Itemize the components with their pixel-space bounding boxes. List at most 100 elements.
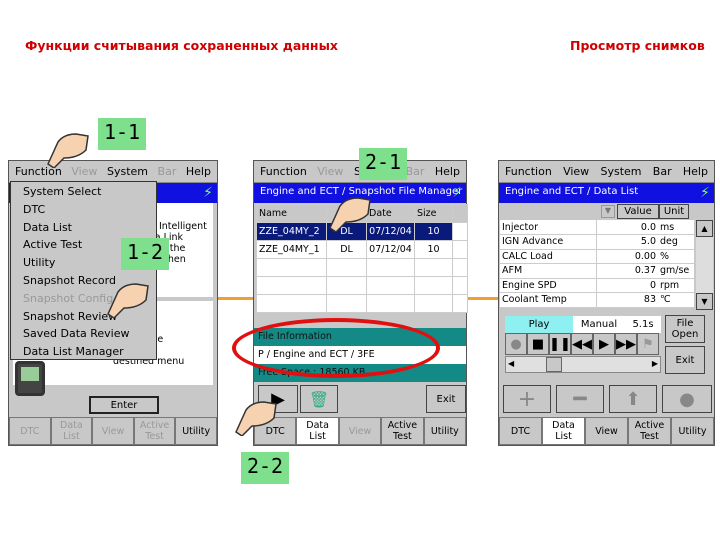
tab-utility[interactable]: Utility — [423, 417, 467, 445]
pointing-hand-icon — [107, 283, 149, 318]
tab-dtc[interactable]: DTC — [9, 417, 51, 445]
tab-label: Utility — [430, 425, 459, 437]
table-row[interactable]: Coolant Temp 83 ℃ — [500, 292, 694, 308]
record-icon[interactable]: ● — [505, 333, 527, 355]
tab-label: Data List — [306, 420, 329, 442]
connection-bolt-icon: ⚡ — [452, 185, 462, 201]
param-value: 0.0 — [595, 220, 658, 235]
file-open-button[interactable]: File Open — [665, 315, 705, 343]
tab-label: Utility — [678, 425, 707, 437]
exit-button[interactable]: Exit — [665, 346, 705, 374]
function-dropdown-menu: System Select DTC Data List Active Test … — [10, 181, 157, 360]
add-button[interactable]: + — [503, 385, 551, 413]
tab-label: DTC — [510, 425, 531, 437]
stop-icon[interactable]: ■ — [527, 333, 549, 355]
menu-view[interactable]: View — [563, 165, 589, 178]
scroll-down-icon[interactable]: ▼ — [696, 293, 713, 310]
menu-bar[interactable]: Bar — [406, 165, 425, 178]
param-unit: % — [658, 249, 694, 264]
table-row[interactable]: ZZE_04MY_1 DL 07/12/04 10 — [256, 240, 468, 259]
menubar: Function View System Bar Help — [499, 161, 714, 183]
manual-mode: Manual — [573, 316, 625, 333]
tab-data-list[interactable]: Data List — [542, 417, 585, 445]
up-button[interactable]: ⬆ — [609, 385, 657, 413]
menu-help[interactable]: Help — [435, 165, 460, 178]
table-row[interactable]: Engine SPD 0 rpm — [500, 278, 694, 293]
menu-item-dtc[interactable]: DTC — [23, 201, 156, 219]
enter-button[interactable]: Enter — [89, 396, 159, 414]
sort-dropdown-icon[interactable]: ▼ — [601, 205, 615, 218]
flag-icon[interactable]: ⚑ — [637, 333, 659, 355]
tab-data-list[interactable]: Data List — [50, 417, 93, 445]
cell-size: 10 — [414, 240, 453, 259]
tab-label: View — [101, 425, 125, 437]
rewind-icon[interactable]: ◀◀ — [571, 333, 593, 355]
param-value: 83 — [595, 292, 658, 308]
tab-active-test[interactable]: Active Test — [628, 417, 671, 445]
column-header-value[interactable]: Value — [617, 204, 659, 219]
menu-help[interactable]: Help — [186, 165, 211, 178]
menu-bar[interactable]: Bar — [653, 165, 672, 178]
table-row[interactable]: AFM 0.37 gm/se — [500, 263, 694, 279]
tab-data-list[interactable]: Data List — [296, 417, 339, 445]
slider-thumb[interactable] — [546, 357, 562, 372]
pointing-hand-icon — [235, 401, 277, 436]
table-row[interactable]: CALC Load 0.00% — [500, 249, 694, 264]
param-value: 0 — [595, 278, 658, 293]
tab-utility[interactable]: Utility — [175, 417, 217, 445]
menu-view[interactable]: View — [317, 165, 343, 178]
screen-data-list: Function View System Bar Help Engine and… — [498, 160, 715, 446]
table-row[interactable]: Injector 0.0 ms — [500, 220, 694, 235]
exit-button[interactable]: Exit — [426, 385, 466, 413]
connector-line — [467, 297, 498, 300]
menu-help[interactable]: Help — [683, 165, 708, 178]
cell-name: ZZE_04MY_2 — [256, 222, 327, 241]
tab-view[interactable]: View — [338, 417, 382, 445]
tab-active-test[interactable]: Active Test — [133, 417, 176, 445]
column-header-name[interactable]: Name — [256, 204, 327, 223]
timeline-slider[interactable]: ◀ ▶ — [505, 356, 661, 373]
record-button[interactable]: ● — [662, 385, 712, 413]
tab-view[interactable]: View — [92, 417, 134, 445]
table-row[interactable]: IGN Advance 5.0 deg — [500, 234, 694, 250]
vertical-scrollbar[interactable]: ▲ ▼ — [696, 220, 713, 310]
column-header-unit[interactable]: Unit — [659, 204, 689, 219]
pause-icon[interactable]: ❚❚ — [549, 333, 571, 355]
tab-utility[interactable]: Utility — [671, 417, 714, 445]
highlight-ellipse — [232, 318, 440, 378]
tab-view[interactable]: View — [585, 417, 628, 445]
menu-bar[interactable]: Bar — [158, 165, 177, 178]
cell-name: ZZE_04MY_1 — [256, 240, 327, 259]
pointing-hand-icon — [329, 197, 371, 232]
param-unit: rpm — [658, 278, 694, 293]
tab-dtc[interactable]: DTC — [499, 417, 542, 445]
data-list-table: Injector 0.0 ms IGN Advance 5.0 deg CALC Loa… — [500, 220, 694, 308]
button-label: File Open — [671, 318, 699, 340]
param-unit: ℃ — [658, 292, 694, 308]
menu-system[interactable]: System — [600, 165, 641, 178]
column-header-size[interactable]: Size — [414, 204, 453, 223]
step-badge-1-2: 1-2 — [121, 238, 169, 270]
tab-active-test[interactable]: Active Test — [381, 417, 424, 445]
remove-button[interactable]: ━ — [556, 385, 604, 413]
menu-system[interactable]: System — [107, 165, 148, 178]
menu-function[interactable]: Function — [260, 165, 307, 178]
play-icon[interactable]: ▶ — [593, 333, 615, 355]
column-header-date[interactable]: Date — [366, 204, 415, 223]
menu-function[interactable]: Function — [505, 165, 552, 178]
cell-date: 07/12/04 — [366, 240, 415, 259]
menu-item-system-select[interactable]: System Select — [23, 183, 156, 201]
page-title-left: Функции считывания сохраненных данных — [25, 38, 338, 53]
menu-item-saved-data-review[interactable]: Saved Data Review — [23, 325, 156, 343]
delete-button[interactable]: 🗑 — [300, 385, 338, 413]
tab-label: Active Test — [387, 420, 418, 442]
slider-right-icon[interactable]: ▶ — [652, 359, 658, 368]
menu-item-data-list[interactable]: Data List — [23, 219, 156, 237]
fast-forward-icon[interactable]: ▶▶ — [615, 333, 637, 355]
slider-left-icon[interactable]: ◀ — [508, 359, 514, 368]
menu-item-data-list-manager[interactable]: Data List Manager — [23, 343, 156, 361]
param-value: 0.37 — [595, 263, 658, 279]
menubar: Function View System Bar Help — [9, 161, 217, 183]
page-title-right: Просмотр снимков — [570, 38, 705, 53]
scroll-up-icon[interactable]: ▲ — [696, 220, 713, 237]
